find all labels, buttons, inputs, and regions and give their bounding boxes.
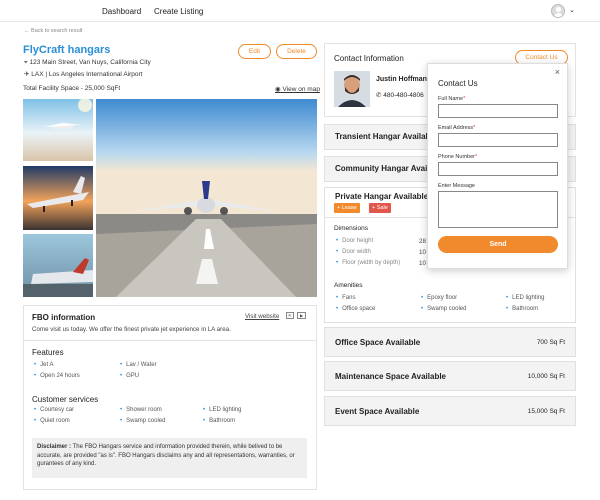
phone-label: Phone Number* xyxy=(438,154,478,160)
service-item: Shower room xyxy=(120,407,162,413)
amenities-title: Amenities xyxy=(334,282,363,289)
popup-title: Contact Us xyxy=(438,79,478,88)
full-name-label: Full Name* xyxy=(438,96,466,102)
disclaimer-box: Disclaimer : The FBO Hangars service and… xyxy=(32,438,307,478)
contact-name: Justin Hoffman xyxy=(376,76,427,83)
share-icon[interactable]: ⇱ xyxy=(286,312,294,319)
sale-tag: + Sale xyxy=(369,203,391,213)
dimension-value: 28 xyxy=(419,238,426,245)
gallery-thumb-2[interactable] xyxy=(23,166,93,230)
dimension-label: Door width xyxy=(336,249,371,255)
airport: ✈ LAX | Los Angeles International Airpor… xyxy=(24,71,143,78)
fbo-description: Come visit us today. We offer the finest… xyxy=(32,326,231,333)
dimension-value: 10 xyxy=(419,249,426,256)
close-icon[interactable]: × xyxy=(555,67,560,77)
fbo-title: FBO information xyxy=(32,313,96,322)
listing-title: FlyCraft hangars xyxy=(23,44,111,56)
nav-dashboard[interactable]: Dashboard xyxy=(102,7,141,16)
dimension-label: Floor (width by depth) xyxy=(336,260,400,266)
office-space-section[interactable]: Office Space Available 700 Sq Ft xyxy=(324,327,576,357)
service-item: Bathroom xyxy=(203,418,235,424)
gallery-thumb-3[interactable] xyxy=(23,234,93,297)
email-label: Email Address* xyxy=(438,125,476,131)
service-item: LED lighting xyxy=(203,407,241,413)
address: ⌖ 123 Main Street, Van Nuys, California … xyxy=(24,59,151,66)
contact-us-popup: × Contact Us Full Name* Email Address* P… xyxy=(427,63,568,269)
dimension-label: Door height xyxy=(336,238,373,244)
service-item: Swamp cooled xyxy=(120,418,165,424)
top-navbar: Dashboard Create Listing ⌄ xyxy=(0,0,600,22)
video-icon[interactable]: ▶ xyxy=(297,312,306,319)
message-field[interactable] xyxy=(438,191,558,228)
contact-title: Contact Information xyxy=(334,54,404,63)
feature-item: Lav / Water xyxy=(120,362,156,368)
phone-icon: ✆ xyxy=(376,92,382,99)
amenity-item: LED lighting xyxy=(506,295,544,301)
message-label: Enter Message xyxy=(438,183,475,189)
amenity-item: Fans xyxy=(336,295,355,301)
amenity-item: Bathroom xyxy=(506,306,538,312)
amenity-item: Epoxy floor xyxy=(421,295,457,301)
chevron-down-icon[interactable]: ⌄ xyxy=(569,6,575,14)
gallery-main-image[interactable] xyxy=(96,99,317,297)
view-on-map-link[interactable]: ◉ View on map xyxy=(275,85,320,93)
nav-create-listing[interactable]: Create Listing xyxy=(154,7,203,16)
back-link[interactable]: ← Back to search result xyxy=(24,28,82,34)
visit-website-link[interactable]: Visit website xyxy=(245,313,279,320)
features-title: Features xyxy=(32,348,64,357)
feature-item: GPU xyxy=(120,373,139,379)
location-icon: ◉ xyxy=(275,86,281,93)
delete-button[interactable]: Delete xyxy=(276,44,317,59)
feature-item: Jet A xyxy=(34,362,53,368)
event-space-section[interactable]: Event Space Available 15,000 Sq Ft xyxy=(324,396,576,426)
contact-avatar xyxy=(334,71,370,107)
feature-item: Open 24 hours xyxy=(34,373,80,379)
pin-icon: ⌖ xyxy=(24,59,28,66)
user-avatar-icon[interactable] xyxy=(551,4,565,18)
edit-button[interactable]: Edit xyxy=(238,44,271,59)
full-name-field[interactable] xyxy=(438,104,558,118)
customer-services-title: Customer services xyxy=(32,395,99,404)
email-field[interactable] xyxy=(438,133,558,147)
service-item: Quiet room xyxy=(34,418,70,424)
plane-icon: ✈ xyxy=(24,71,30,78)
maintenance-space-section[interactable]: Maintenance Space Available 10,000 Sq Ft xyxy=(324,361,576,391)
dimensions-title: Dimensions xyxy=(334,225,368,232)
lease-tag: + Lease xyxy=(334,203,360,213)
send-button[interactable]: Send xyxy=(438,236,558,253)
amenity-item: Office space xyxy=(336,306,375,312)
divider xyxy=(23,340,317,341)
dimension-value: 10 xyxy=(419,260,426,267)
amenity-item: Swamp cooled xyxy=(421,306,466,312)
gallery-thumb-1[interactable] xyxy=(23,99,93,161)
phone-field[interactable] xyxy=(438,162,558,176)
contact-phone: ✆ 480-480-4806 xyxy=(376,92,424,99)
total-facility-space: Total Facility Space - 25,000 SqFt xyxy=(23,85,121,92)
service-item: Courtesy car xyxy=(34,407,74,413)
